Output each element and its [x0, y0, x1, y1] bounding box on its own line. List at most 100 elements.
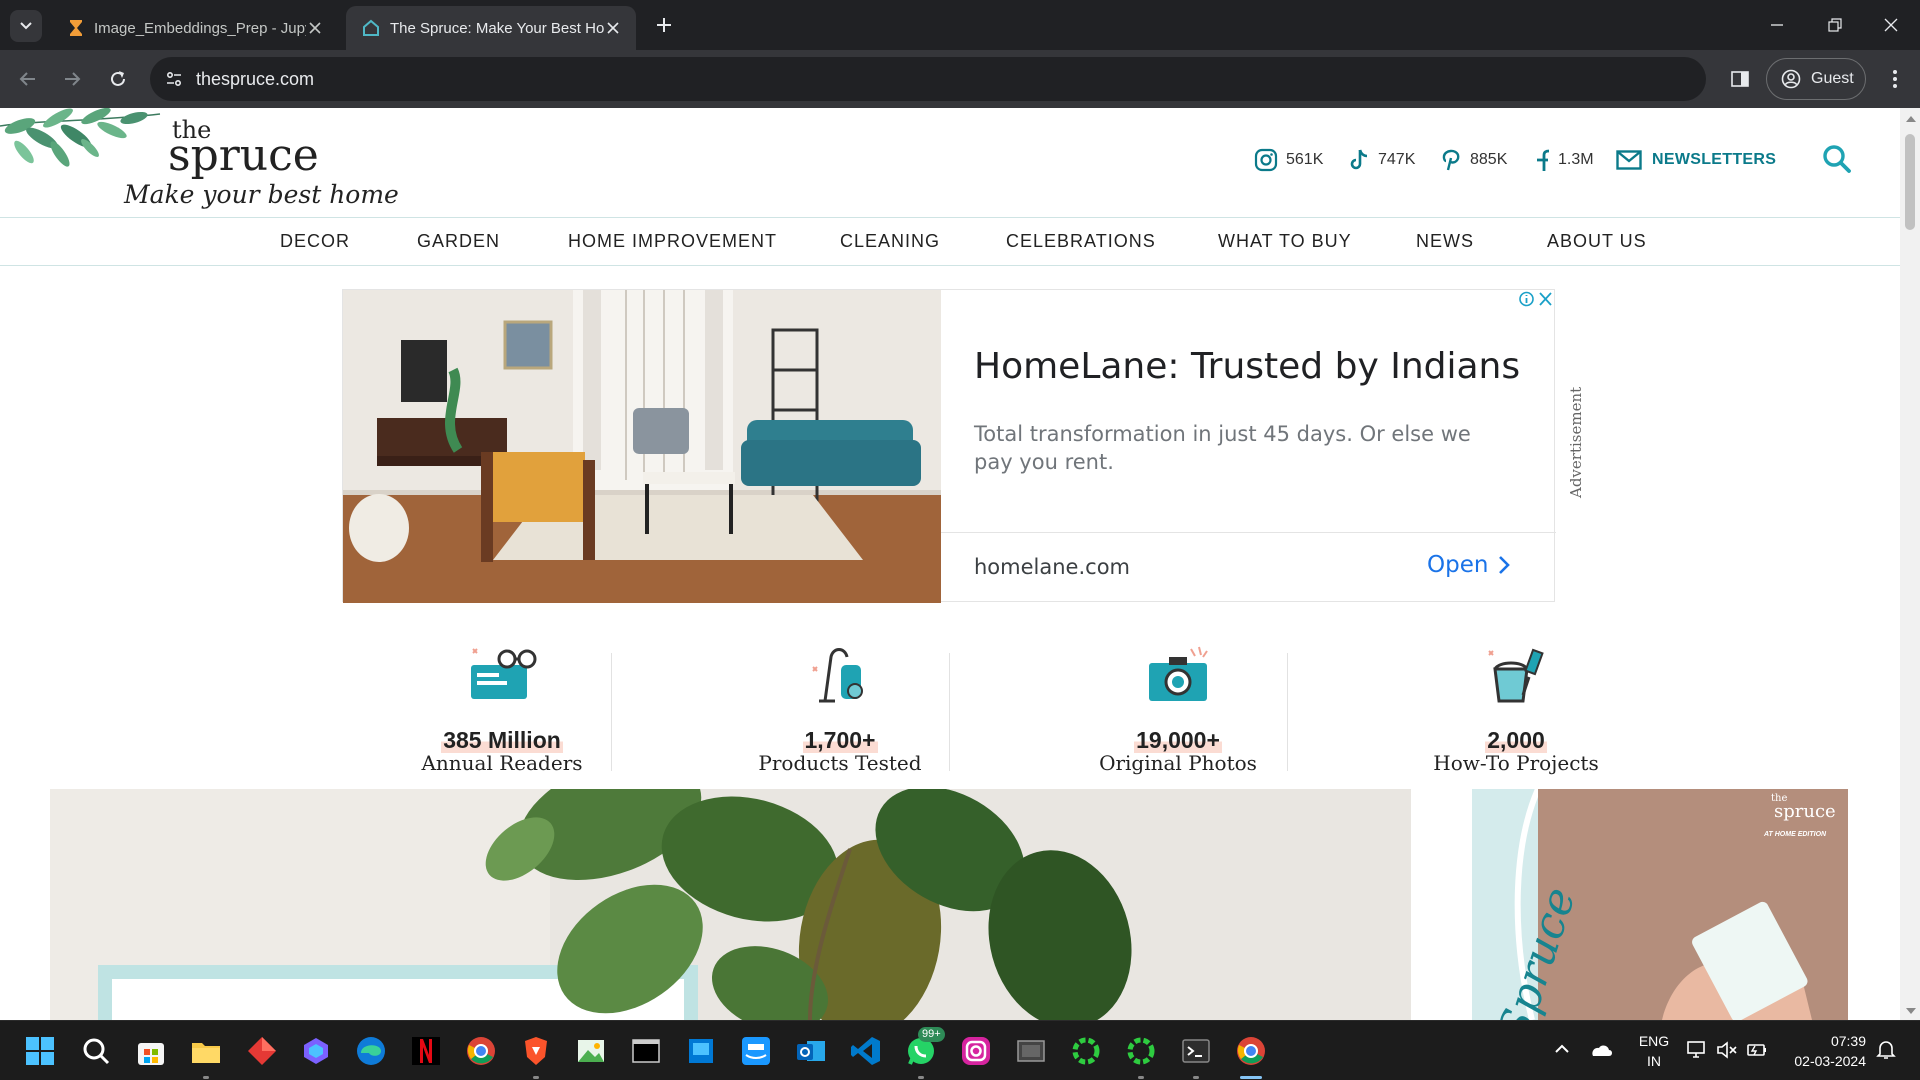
- volume-muted-icon[interactable]: [1716, 1039, 1738, 1061]
- network-icon[interactable]: [1686, 1039, 1708, 1061]
- site-search-button[interactable]: [1822, 144, 1852, 174]
- restore-button[interactable]: [1806, 0, 1864, 50]
- spinner-app-icon[interactable]: [1070, 1035, 1102, 1067]
- new-tab-button[interactable]: [652, 13, 676, 37]
- prime-video-icon[interactable]: [740, 1035, 772, 1067]
- reload-button[interactable]: [102, 63, 134, 95]
- chrome-active-icon[interactable]: [1235, 1035, 1267, 1067]
- chevron-down-icon: [20, 22, 32, 30]
- chrome-icon[interactable]: [465, 1035, 497, 1067]
- glasses-laptop-icon: [471, 648, 537, 699]
- promo-brand-name: spruce: [1774, 801, 1836, 822]
- scroll-down-icon[interactable]: [1906, 1008, 1916, 1014]
- ad-open-button[interactable]: Open: [1427, 552, 1511, 578]
- stat-label: How-To Projects: [1433, 751, 1599, 775]
- scroll-up-icon[interactable]: [1906, 116, 1916, 122]
- edge-icon[interactable]: [355, 1035, 387, 1067]
- minimize-button[interactable]: [1748, 0, 1806, 50]
- newsletters-link[interactable]: NEWSLETTERS: [1616, 148, 1776, 172]
- hero-plant-image[interactable]: [50, 789, 1411, 1020]
- newsletters-label: NEWSLETTERS: [1652, 151, 1777, 168]
- tab-title: The Spruce: Make Your Best Ho: [390, 19, 604, 37]
- close-tab-icon[interactable]: [306, 19, 324, 37]
- reload-icon: [111, 71, 125, 86]
- vscode-icon[interactable]: [850, 1035, 882, 1067]
- pinterest-link[interactable]: 885K: [1440, 148, 1507, 172]
- browser-menu-button[interactable]: [1880, 63, 1910, 95]
- advertisement-banner[interactable]: HomeLane: Trusted by Indians Total trans…: [342, 289, 1556, 603]
- onedrive-icon[interactable]: [1588, 1039, 1614, 1059]
- more-vertical-icon: [1893, 70, 1897, 88]
- terminal-icon[interactable]: [630, 1035, 662, 1067]
- app-red-icon[interactable]: [246, 1035, 278, 1067]
- file-explorer-icon[interactable]: [190, 1035, 222, 1067]
- tab-spruce[interactable]: The Spruce: Make Your Best Ho: [346, 6, 636, 50]
- facebook-link[interactable]: 1.3M: [1534, 148, 1594, 172]
- nav-garden[interactable]: GARDEN: [417, 231, 500, 252]
- copilot-icon[interactable]: [300, 1035, 332, 1067]
- close-tab-icon[interactable]: [604, 19, 622, 37]
- ad-living-room-image[interactable]: [343, 290, 941, 603]
- nav-home-improvement[interactable]: HOME IMPROVEMENT: [568, 231, 777, 252]
- stat-label: Products Tested: [758, 751, 922, 775]
- ad-close-icon[interactable]: [1536, 290, 1555, 308]
- main-navigation: DECOR GARDEN HOME IMPROVEMENT CLEANING C…: [0, 218, 1900, 266]
- site-info-icon[interactable]: [164, 69, 184, 89]
- url-text[interactable]: thespruce.com: [196, 69, 314, 90]
- tiktok-link[interactable]: 747K: [1348, 148, 1415, 172]
- magazine-promo[interactable]: the spruce AT HOME EDITION Spruce: [1472, 789, 1848, 1020]
- side-panel-button[interactable]: [1724, 63, 1756, 95]
- instagram-link[interactable]: 561K: [1254, 148, 1323, 172]
- running-indicator: [918, 1076, 924, 1079]
- terminal2-icon[interactable]: [1180, 1035, 1212, 1067]
- store-icon[interactable]: [135, 1035, 167, 1067]
- stat-divider: [1287, 653, 1288, 771]
- spruce-favicon: [363, 19, 379, 36]
- ad-title[interactable]: HomeLane: Trusted by Indians: [974, 346, 1520, 387]
- spinner-app2-icon[interactable]: [1125, 1035, 1157, 1067]
- scroll-thumb[interactable]: [1905, 134, 1915, 230]
- netflix-icon[interactable]: [410, 1035, 442, 1067]
- nav-decor[interactable]: DECOR: [280, 231, 350, 252]
- back-button[interactable]: [12, 63, 44, 95]
- tab-jupyter[interactable]: Image_Embeddings_Prep - Jupy: [52, 6, 338, 50]
- address-bar[interactable]: thespruce.com: [150, 57, 1706, 101]
- nav-celebrations[interactable]: CELEBRATIONS: [1006, 231, 1156, 252]
- arrow-right-icon: [65, 72, 81, 86]
- web-page: the spruce Make your best home 561K 747K…: [0, 108, 1900, 1020]
- facebook-count: 1.3M: [1558, 151, 1594, 168]
- brave-icon[interactable]: [520, 1035, 552, 1067]
- nav-cleaning[interactable]: CLEANING: [840, 231, 940, 252]
- notification-bell-icon[interactable]: [1876, 1039, 1896, 1061]
- system-clock[interactable]: 07:39 02-03-2024: [1786, 1031, 1866, 1071]
- stat-divider: [611, 653, 612, 771]
- nav-what-to-buy[interactable]: WHAT TO BUY: [1218, 231, 1352, 252]
- close-window-button[interactable]: [1862, 0, 1920, 50]
- profile-button[interactable]: Guest: [1766, 58, 1866, 100]
- battery-icon[interactable]: [1746, 1039, 1768, 1061]
- windows-app-icon[interactable]: [685, 1035, 717, 1067]
- ad-domain[interactable]: homelane.com: [974, 555, 1130, 579]
- running-indicator: [533, 1076, 539, 1079]
- chevron-up-icon[interactable]: [1552, 1039, 1572, 1059]
- language-indicator[interactable]: ENG IN: [1636, 1031, 1672, 1071]
- stat-products: 1,700+ Products Tested: [671, 643, 1009, 775]
- stats-strip: 385 Million Annual Readers 1,700+ Produc…: [333, 643, 1599, 775]
- image-editor-icon[interactable]: [575, 1035, 607, 1067]
- start-icon[interactable]: [24, 1035, 56, 1067]
- forward-button[interactable]: [56, 63, 88, 95]
- stat-divider: [949, 653, 950, 771]
- page-scrollbar[interactable]: [1900, 108, 1920, 1020]
- nav-news[interactable]: NEWS: [1416, 231, 1474, 252]
- ad-info-icon[interactable]: [1517, 290, 1536, 308]
- logo-spruce[interactable]: spruce: [168, 130, 319, 181]
- ad-choices[interactable]: [1517, 290, 1555, 308]
- search-icon[interactable]: [80, 1035, 112, 1067]
- stat-value: 2,000: [1485, 727, 1547, 753]
- outlook-icon[interactable]: [795, 1035, 827, 1067]
- instagram-icon[interactable]: [960, 1035, 992, 1067]
- media-icon[interactable]: [1015, 1035, 1047, 1067]
- nav-about-us[interactable]: ABOUT US: [1547, 231, 1647, 252]
- region-code: IN: [1647, 1053, 1661, 1069]
- tab-search-button[interactable]: [10, 10, 42, 42]
